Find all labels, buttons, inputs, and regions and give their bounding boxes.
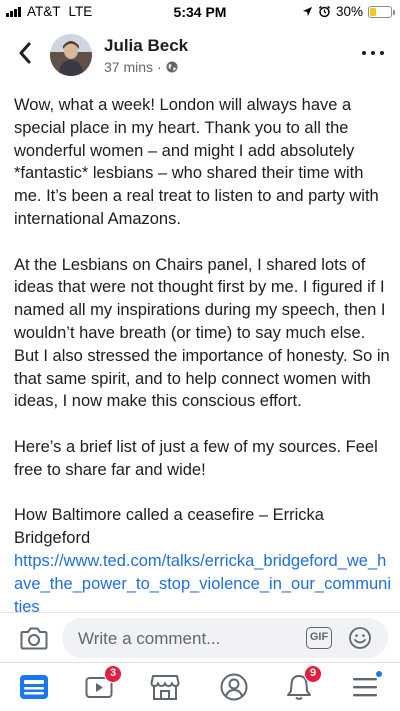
camera-icon [20,627,48,650]
post-body: Wow, what a week! London will always hav… [14,94,394,618]
post-header: Julia Beck 37 mins · [0,26,400,84]
alarm-icon [318,5,331,18]
back-button[interactable] [14,40,36,66]
battery-percent: 30% [335,4,363,19]
status-bar: AT&T LTE 5:34 PM 30% [0,0,400,24]
camera-button[interactable] [20,625,48,651]
post-paragraph: Here’s a brief list of just a few of my … [14,437,378,479]
tab-bar: 3 9 [0,662,400,711]
post-paragraph: Wow, what a week! London will always hav… [14,96,379,228]
gif-button[interactable]: GIF [306,627,332,649]
more-dot-icon [380,51,384,55]
more-dot-icon [371,51,375,55]
comment-bar: Write a comment... GIF [0,612,400,662]
ted-talk-link[interactable]: https://www.ted.com/talks/erricka_bridge… [14,552,391,616]
more-dot-icon [362,51,366,55]
menu-icon [353,678,377,697]
comment-input[interactable]: Write a comment... GIF [62,618,388,658]
shop-icon [150,675,180,700]
tab-watch[interactable]: 3 [82,665,122,703]
chevron-left-icon [19,42,31,64]
avatar-photo [50,34,92,76]
tab-notifications[interactable]: 9 [282,665,322,703]
post-paragraph: How Baltimore called a ceasefire – Erric… [14,506,324,548]
post-meta: 37 mins · [104,59,178,75]
status-right: 30% [302,4,395,19]
author-name[interactable]: Julia Beck [104,36,188,56]
smiley-icon [349,627,371,649]
tab-news-feed[interactable] [17,671,51,703]
battery-icon [368,5,395,18]
menu-new-dot [376,671,382,677]
location-icon [302,6,313,17]
battery-fill [370,7,376,16]
post-paragraph: At the Lesbians on Chairs panel, I share… [14,255,390,411]
emoji-button[interactable] [348,626,372,650]
tab-menu[interactable] [348,671,382,703]
avatar[interactable] [50,34,92,76]
notifications-badge: 9 [304,665,322,683]
profile-icon [220,673,248,701]
tab-marketplace[interactable] [148,671,182,703]
comment-placeholder: Write a comment... [78,629,221,648]
feed-icon [20,675,48,699]
meta-separator: · [157,59,162,75]
globe-icon [166,61,178,73]
more-options-button[interactable] [362,46,384,60]
tab-profile[interactable] [217,671,251,703]
post-time[interactable]: 37 mins [104,59,153,75]
watch-badge: 3 [104,665,122,683]
